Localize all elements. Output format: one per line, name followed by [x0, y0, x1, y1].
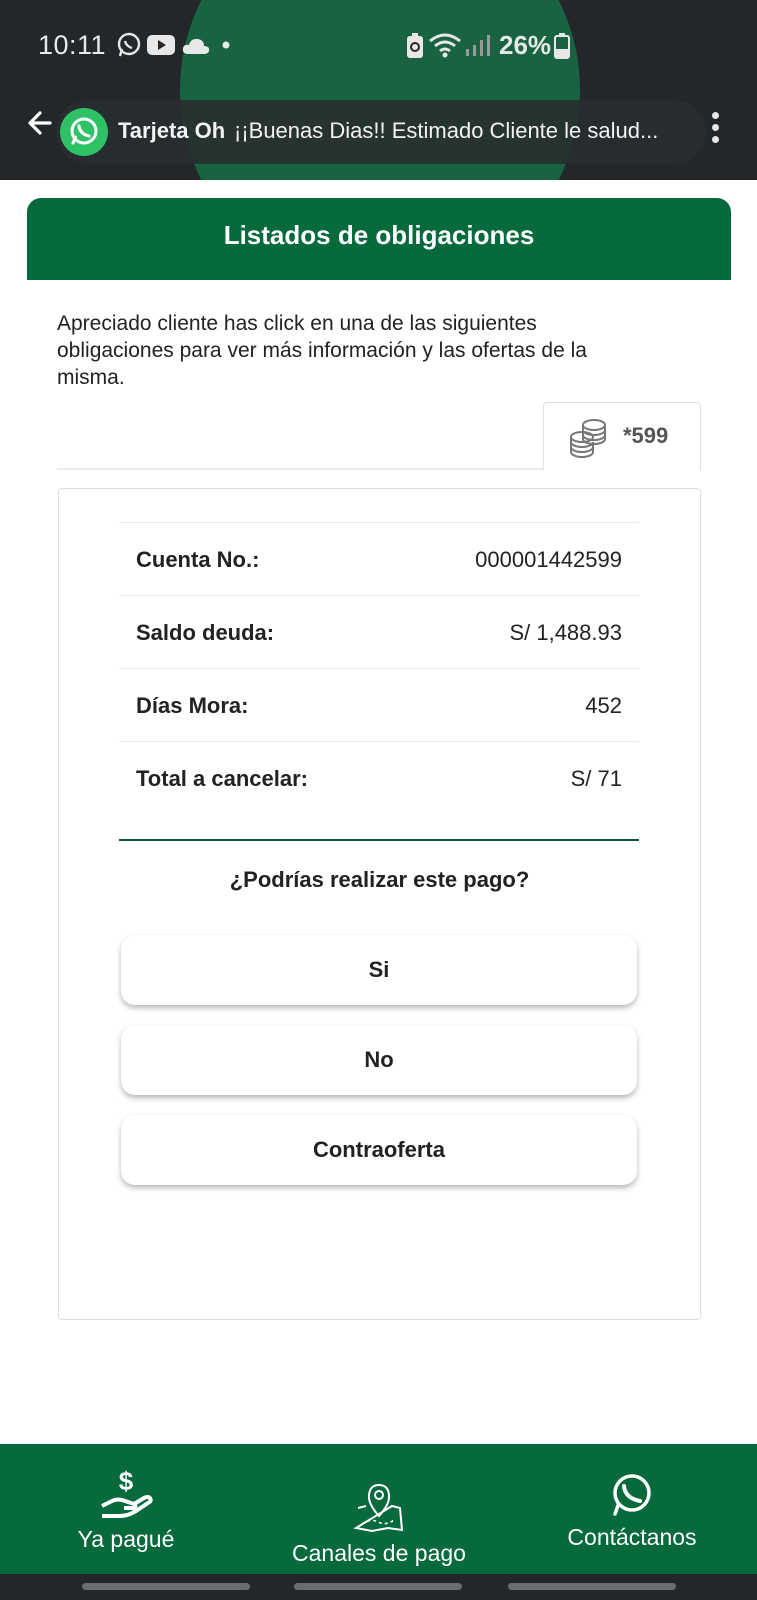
obligations-header: Listados de obligaciones — [27, 198, 731, 280]
chat-title: Tarjeta Oh — [118, 118, 226, 143]
detail-row-debt: Saldo deuda: S/ 1,488.93 — [119, 595, 639, 668]
nav-contactanos[interactable]: Contáctanos — [553, 1472, 711, 1551]
system-nav-bar — [0, 1574, 757, 1600]
detail-value: 452 — [585, 693, 622, 718]
whatsapp-avatar — [60, 108, 108, 156]
details-list: Cuenta No.: 000001442599 Saldo deuda: S/… — [119, 522, 639, 814]
detail-row-account: Cuenta No.: 000001442599 — [119, 522, 639, 595]
wifi-icon — [429, 33, 461, 58]
detail-value: S/ 71 — [570, 766, 622, 791]
tab-obligation[interactable]: *599 — [543, 402, 701, 470]
detail-row-days-late: Días Mora: 452 — [119, 668, 639, 741]
no-button[interactable]: No — [121, 1025, 637, 1095]
nav-canales-de-pago[interactable]: Canales de pago — [280, 1482, 478, 1567]
nav-ya-pague[interactable]: $ Ya pagué — [70, 1466, 182, 1553]
whatsapp-icon — [117, 32, 141, 57]
map-pin-icon — [353, 1483, 404, 1533]
svg-text:$: $ — [119, 1468, 134, 1496]
more-options-icon[interactable] — [704, 112, 726, 148]
coins-icon — [570, 419, 606, 458]
cloud-icon — [182, 38, 210, 54]
page-title: Listados de obligaciones — [223, 220, 535, 250]
counteroffer-button[interactable]: Contraoferta — [121, 1115, 637, 1185]
youtube-icon — [147, 35, 175, 55]
detail-label: Cuenta No.: — [136, 547, 260, 572]
signal-icon — [466, 35, 490, 56]
nav-gesture-handle — [82, 1583, 250, 1590]
nav-gesture-handle — [508, 1583, 676, 1590]
chat-header: Tarjeta Oh ¡¡Buenas Dias!! Estimado Clie… — [0, 92, 757, 180]
detail-label: Días Mora: — [136, 693, 249, 718]
detail-row-total: Total a cancelar: S/ 71 — [119, 741, 639, 814]
detail-value: 000001442599 — [475, 547, 622, 572]
hand-dollar-icon: $ — [101, 1466, 153, 1518]
back-arrow-icon[interactable] — [26, 108, 56, 138]
status-bar: 10:11 26% — [0, 0, 757, 92]
whatsapp-icon — [613, 1474, 651, 1516]
battery-icon — [554, 33, 570, 59]
detail-label: Total a cancelar: — [136, 766, 308, 791]
chat-message-preview: ¡¡Buenas Dias!! Estimado Cliente le salu… — [234, 118, 659, 143]
section-divider — [119, 839, 639, 841]
detail-value: S/ 1,488.93 — [509, 620, 622, 645]
battery-percent: 26% — [499, 30, 552, 60]
status-time: 10:11 — [38, 30, 107, 60]
bottom-navigation: $ Ya pagué Canales de pago Contáctanos — [0, 1444, 757, 1574]
dot-icon — [222, 41, 230, 49]
nav-gesture-handle — [294, 1583, 462, 1590]
intro-text: Apreciado cliente has click en una de la… — [57, 312, 587, 389]
tab-account-suffix: *599 — [623, 423, 669, 448]
nav-label: Contáctanos — [567, 1524, 697, 1550]
top-bar: 10:11 26% Tarjeta Oh ¡¡Buenas Dias!! Est… — [0, 0, 757, 180]
yes-button[interactable]: Si — [121, 935, 637, 1005]
battery-saver-icon — [407, 33, 423, 58]
payment-question: ¿Podrías realizar este pago? — [229, 867, 530, 892]
chat-notification-pill[interactable]: Tarjeta Oh ¡¡Buenas Dias!! Estimado Clie… — [56, 100, 706, 164]
nav-label: Canales de pago — [292, 1540, 466, 1566]
obligation-card: Cuenta No.: 000001442599 Saldo deuda: S/… — [58, 488, 701, 1320]
whatsapp-icon — [70, 117, 98, 145]
detail-label: Saldo deuda: — [136, 620, 275, 645]
nav-label: Ya pagué — [77, 1526, 175, 1552]
